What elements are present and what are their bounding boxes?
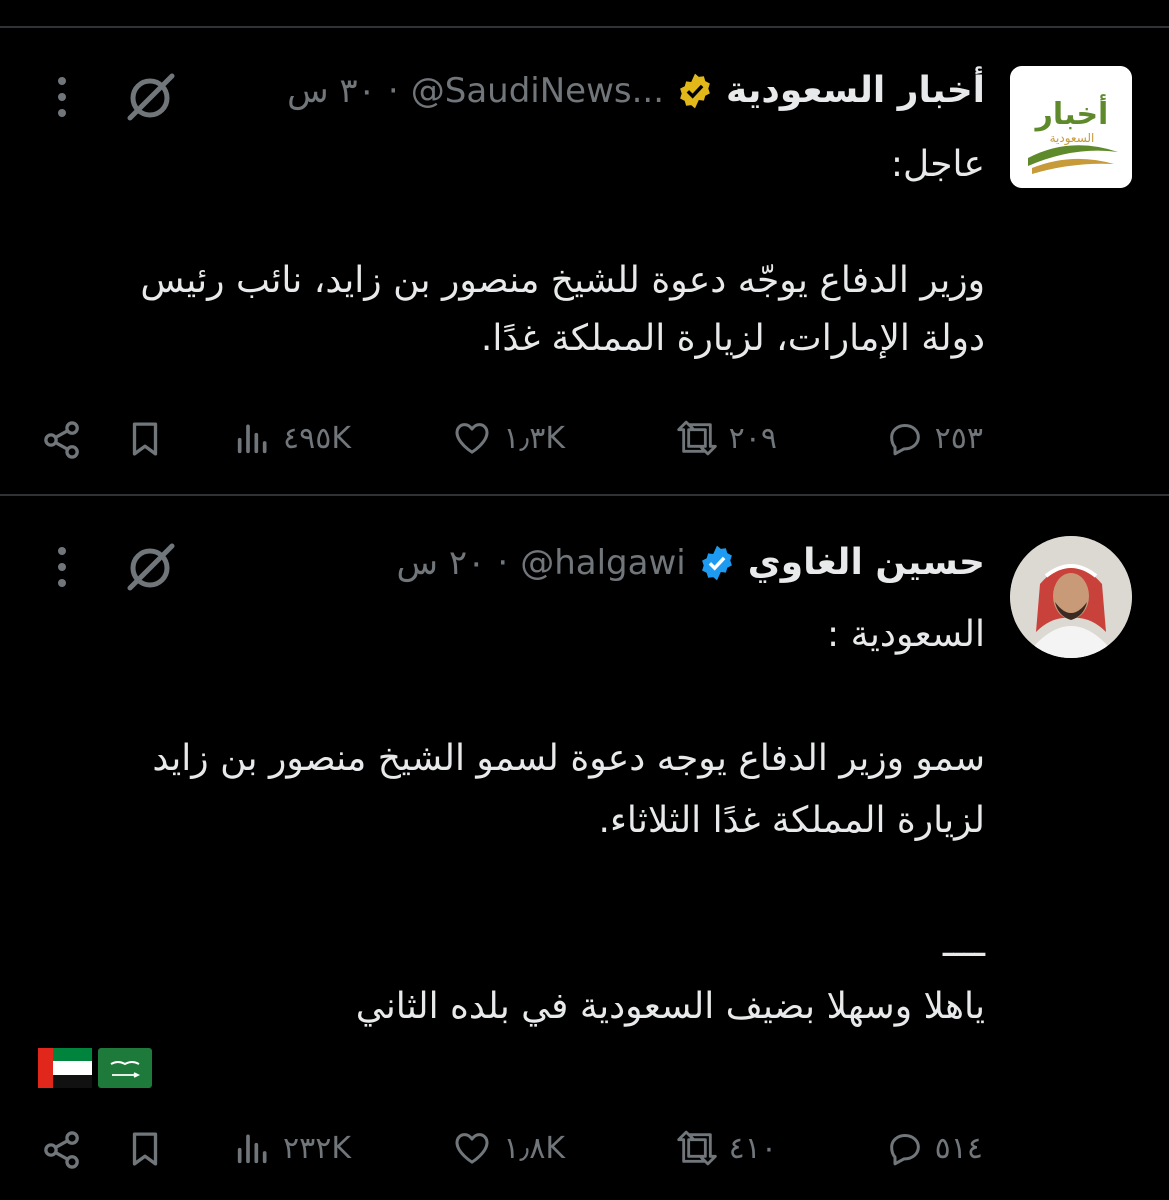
tweet-text: السعودية : سمو وزير الدفاع يوجه دعوة لسم…	[152, 604, 985, 1038]
reply-count: ٥١٤	[934, 1130, 983, 1166]
bookmark-icon	[132, 422, 158, 456]
heart-icon	[455, 423, 489, 454]
views-button[interactable]: ٢٣٢K	[233, 1128, 351, 1168]
text-line: سمو وزير الدفاع يوجه دعوة لسمو الشيخ منص…	[152, 738, 985, 779]
text-line: السعودية :	[827, 614, 985, 655]
share-button[interactable]	[40, 418, 84, 462]
views-icon	[237, 1134, 267, 1164]
timestamp[interactable]: ٢٠ س	[397, 543, 486, 583]
text-line: وزير الدفاع يوجّه دعوة للشيخ منصور بن زا…	[140, 260, 985, 301]
views-count: ٤٩٥K	[282, 420, 351, 456]
logo-text: أخبار	[1034, 94, 1109, 132]
grok-icon[interactable]	[124, 68, 180, 124]
dot-separator: ·	[497, 542, 509, 583]
like-count: ١٫٣K	[503, 420, 565, 456]
saudi-flag-icon	[98, 1048, 152, 1088]
retweet-button[interactable]: ٢٠٩	[675, 418, 777, 458]
retweet-button[interactable]: ٤١٠	[675, 1128, 777, 1168]
heart-icon	[455, 1133, 489, 1164]
saudi-news-logo-icon: أخبار السعودية	[1010, 66, 1132, 188]
reply-icon	[889, 424, 920, 456]
reply-icon	[889, 1134, 920, 1166]
text-line: ياهلا وسهلا بضيف السعودية في بلده الثاني	[355, 986, 985, 1027]
views-icon	[237, 424, 267, 454]
tweet-2[interactable]: حسين الغاوي @halgawi · ٢٠ س السعودية : س…	[0, 496, 1169, 1200]
like-button[interactable]: ١٫٣K	[451, 418, 565, 458]
reply-button[interactable]: ٢٥٣	[885, 418, 983, 458]
like-button[interactable]: ١٫٨K	[451, 1128, 565, 1168]
more-options-icon[interactable]	[52, 72, 72, 122]
retweet-count: ٤١٠	[728, 1130, 777, 1166]
tweet-text: عاجل: وزير الدفاع يوجّه دعوة للشيخ منصور…	[140, 136, 985, 368]
uae-flag-icon	[38, 1048, 92, 1088]
views-count: ٢٣٢K	[282, 1130, 351, 1166]
tweet-1[interactable]: أخبار السعودية أخبار السعودية @SaudiNews…	[0, 28, 1169, 494]
handle[interactable]: @halgawi	[520, 543, 686, 583]
handle[interactable]: @SaudiNews...	[411, 71, 664, 111]
profile-photo-icon	[1010, 536, 1132, 658]
text-line: دولة الإمارات، لزيارة المملكة غدًا.	[480, 318, 985, 359]
retweet-icon	[676, 1130, 717, 1166]
reply-count: ٢٥٣	[934, 420, 983, 456]
views-button[interactable]: ٤٩٥K	[233, 418, 351, 458]
action-bar: ٥١٤ ٤١٠ ١٫٨K ٢٣٢K	[0, 1120, 1169, 1180]
tweet-header: أخبار السعودية @SaudiNews... · ٣٠ س	[287, 70, 985, 111]
timestamp[interactable]: ٣٠ س	[287, 71, 376, 111]
text-line	[152, 852, 985, 914]
retweet-count: ٢٠٩	[728, 420, 777, 456]
text-line: عاجل:	[890, 144, 985, 185]
action-bar: ٢٥٣ ٢٠٩ ١٫٣K ٤٩٥K	[0, 410, 1169, 470]
retweet-icon	[676, 420, 717, 456]
like-count: ١٫٨K	[503, 1130, 565, 1166]
avatar[interactable]	[1010, 536, 1132, 658]
flag-emojis	[38, 1048, 152, 1088]
text-line: ــــ	[942, 924, 985, 965]
bookmark-icon	[132, 1132, 158, 1166]
verified-gold-icon	[676, 72, 714, 110]
share-button[interactable]	[40, 1128, 84, 1172]
bookmark-button[interactable]	[124, 418, 166, 460]
text-line: لزيارة المملكة غدًا الثلاثاء.	[598, 800, 986, 841]
display-name[interactable]: أخبار السعودية	[726, 70, 985, 111]
share-icon	[44, 421, 79, 459]
tweet-header: حسين الغاوي @halgawi · ٢٠ س	[397, 542, 985, 583]
verified-blue-icon	[698, 544, 736, 582]
text-line	[152, 666, 985, 728]
grok-icon[interactable]	[124, 538, 180, 594]
avatar[interactable]: أخبار السعودية	[1010, 66, 1132, 188]
display-name[interactable]: حسين الغاوي	[748, 542, 985, 583]
bookmark-button[interactable]	[124, 1128, 166, 1170]
more-options-icon[interactable]	[52, 542, 72, 592]
dot-separator: ·	[387, 70, 399, 111]
logo-subtext: السعودية	[1050, 131, 1095, 146]
text-line	[140, 194, 985, 252]
reply-button[interactable]: ٥١٤	[885, 1128, 983, 1168]
share-icon	[44, 1131, 79, 1169]
